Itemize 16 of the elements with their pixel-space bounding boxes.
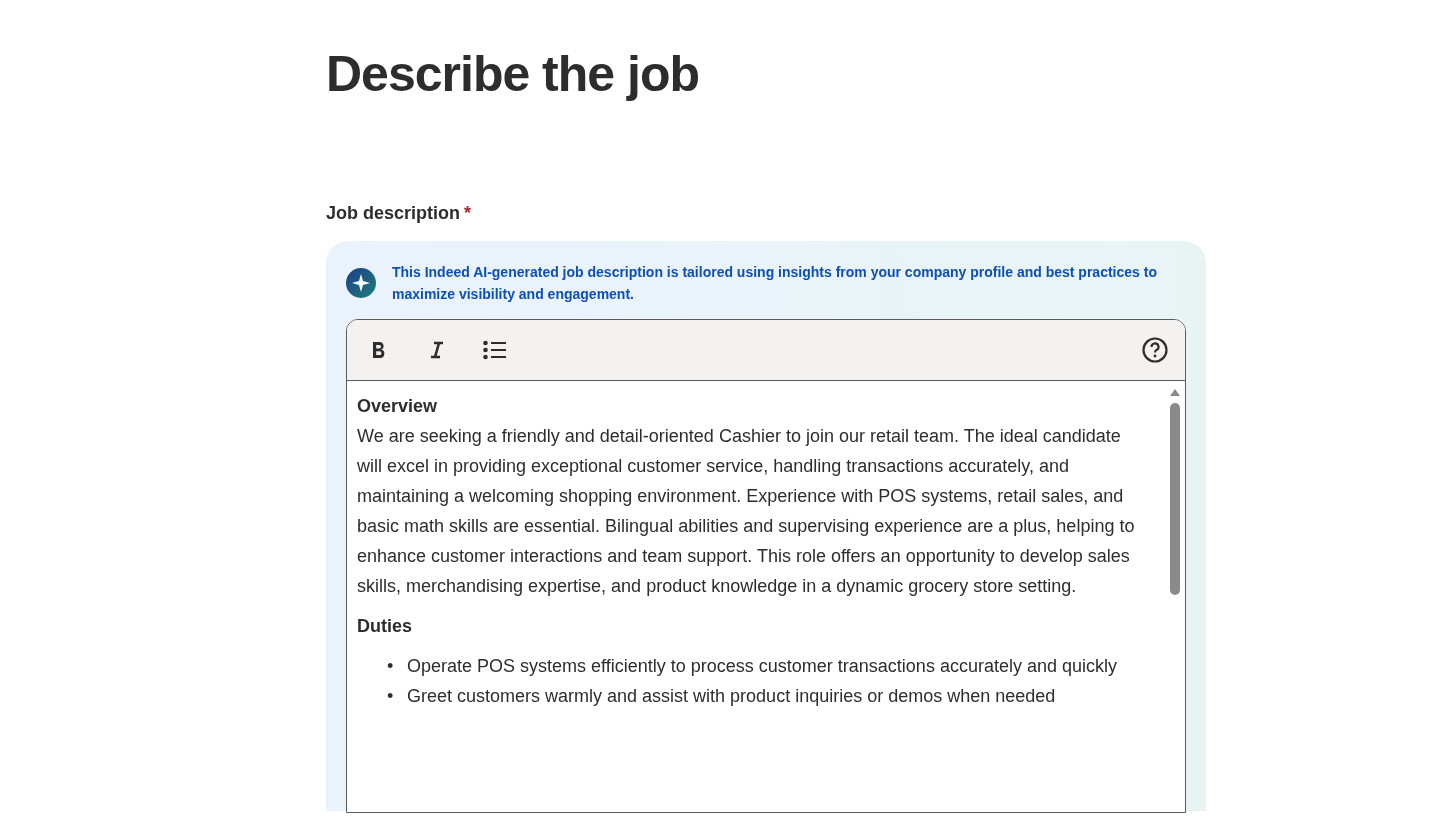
- sparkle-icon: [346, 268, 376, 298]
- bold-icon: [371, 341, 387, 359]
- section-heading: Overview: [357, 395, 439, 418]
- bullet-marker: •: [387, 685, 395, 708]
- field-label: Job description: [326, 202, 460, 225]
- paragraph-text: We are seeking a friendly and detail-oriented Cashier to join our retail team. The ideal candidate will excel in providing exceptional customer service, handling transactions accurately, and maintaining a welcoming shopping environment. Experience with POS systems, retail sales, and basic math skills are essential. Bilingual abilities and supervising experience are a plus, helping to enhance customer interactions and team support. This role offers an opportunity to develop sales skills, merchandising expertise, and product knowledge in a dynamic grocery store setting.: [357, 425, 1136, 598]
- italic-icon: [429, 341, 445, 359]
- list-icon: [483, 340, 507, 360]
- required-mark: *: [464, 202, 472, 225]
- bullet-item: Greet customers warmly and assist with product inquiries or demos when needed: [407, 685, 1056, 708]
- bullet-item: Operate POS systems efficiently to process customer transactions accurately and quickly: [407, 655, 1117, 678]
- bullet-marker: •: [387, 655, 395, 678]
- section-heading: Duties: [357, 615, 413, 638]
- help-icon: [1142, 337, 1168, 363]
- ai-notice-text: This Indeed AI-generated job description is tailored using insights from your company profile and best practices to maximize visibility and engagement.: [392, 263, 1158, 304]
- page-title: Describe the job: [326, 45, 700, 104]
